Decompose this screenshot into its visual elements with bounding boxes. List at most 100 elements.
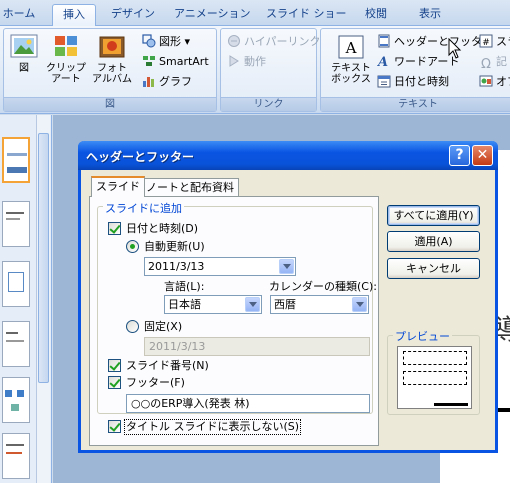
- tab-view[interactable]: 表示: [412, 4, 448, 26]
- tab-notes-handouts[interactable]: ノートと配布資料: [141, 178, 239, 197]
- slide-thumbnail-5[interactable]: [2, 377, 30, 423]
- thumbnail-text-line: [6, 452, 22, 454]
- svg-text:A: A: [345, 39, 357, 57]
- preview-label: プレビュー: [393, 328, 452, 344]
- insert-chart-button[interactable]: グラフ: [142, 73, 192, 90]
- insert-object-button[interactable]: オブ: [479, 73, 510, 90]
- hide-on-title-label: タイトル スライドに表示しない(S): [124, 419, 302, 435]
- calendar-icon: [377, 75, 391, 88]
- insert-datetime-label: 日付と時刻: [394, 75, 449, 88]
- ribbon-tab-bar: ホーム 挿入 デザイン アニメーション スライド ショー 校閲 表示: [0, 0, 510, 26]
- thumbnail-title-line: [7, 153, 27, 156]
- tab-slideshow[interactable]: スライド ショー: [266, 4, 347, 26]
- chevron-down-icon[interactable]: [245, 297, 260, 312]
- chevron-down-icon[interactable]: [352, 297, 367, 312]
- tab-slide[interactable]: スライド: [91, 176, 145, 197]
- insert-action-button[interactable]: 動作: [227, 53, 266, 70]
- insert-photo-album-button[interactable]: フォト アルバム: [90, 31, 134, 85]
- tab-insert[interactable]: 挿入: [52, 4, 96, 26]
- fixed-date-value: 2011/3/13: [149, 340, 206, 353]
- slide-thumbnail-4[interactable]: [2, 321, 30, 367]
- close-icon: ✕: [476, 147, 489, 163]
- thumbnail-scrollbar[interactable]: [36, 115, 50, 483]
- shapes-icon: [142, 34, 156, 48]
- smartart-icon: [143, 56, 155, 66]
- mouse-cursor-icon: [448, 38, 462, 59]
- insert-header-footer-button[interactable]: ヘッダーとフッター: [377, 33, 493, 50]
- insert-object-label: オブ: [496, 75, 510, 88]
- slide-number-icon: #: [479, 34, 493, 48]
- tab-design[interactable]: デザイン: [108, 4, 158, 26]
- insert-picture-button[interactable]: 図: [6, 31, 42, 74]
- thumbnail-diagram: [8, 272, 24, 292]
- slide-thumbnail-2[interactable]: [2, 201, 30, 247]
- tab-home[interactable]: ホーム: [2, 4, 36, 26]
- ribbon-group-link: ハイパーリンク 動作 リンク: [220, 28, 321, 112]
- thumbnail-text-line: [6, 444, 24, 446]
- ribbon: 図 クリップ アート フォト アルバム 図形 ▾ SmartArt グラフ 図 …: [0, 26, 510, 114]
- ribbon-group-image: 図 クリップ アート フォト アルバム 図形 ▾ SmartArt グラフ 図: [3, 28, 217, 112]
- thumbnail-box: [5, 390, 12, 397]
- auto-update-label: 自動更新(U): [144, 240, 205, 253]
- dialog-title: ヘッダーとフッター: [86, 150, 195, 164]
- insert-textbox-label: テキスト ボックス: [331, 63, 371, 85]
- slide-thumbnail-6[interactable]: [2, 433, 30, 479]
- insert-textbox-button[interactable]: A テキスト ボックス: [327, 31, 375, 85]
- thumbnail-text-line: [6, 332, 18, 334]
- auto-update-date-select[interactable]: 2011/3/13: [144, 257, 296, 276]
- insert-datetime-button[interactable]: 日付と時刻: [377, 73, 449, 90]
- insert-hyperlink-button[interactable]: ハイパーリンク: [227, 33, 321, 50]
- insert-shapes-label: 図形: [159, 35, 181, 48]
- svg-text:A: A: [377, 55, 388, 68]
- datetime-checkbox[interactable]: [108, 222, 121, 235]
- datetime-label: 日付と時刻(D): [126, 222, 199, 235]
- insert-smartart-button[interactable]: SmartArt: [142, 53, 209, 70]
- object-icon: [479, 75, 493, 87]
- insert-clipart-button[interactable]: クリップ アート: [46, 31, 86, 85]
- fixed-date-radio[interactable]: [126, 320, 139, 333]
- thumbnail-text-line: [6, 218, 20, 220]
- language-select[interactable]: 日本語: [164, 295, 262, 314]
- auto-update-radio[interactable]: [126, 240, 139, 253]
- preview-slide: [397, 346, 472, 409]
- footer-checkbox[interactable]: [108, 376, 121, 389]
- wordart-icon: A: [377, 55, 388, 68]
- insert-photo-album-label: フォト アルバム: [92, 63, 132, 85]
- insert-chart-label: グラフ: [159, 75, 192, 88]
- insert-symbol-label: 記: [496, 55, 507, 68]
- photo-album-icon: [99, 36, 125, 58]
- slide-thumbnail-1[interactable]: [2, 137, 30, 183]
- cancel-button[interactable]: キャンセル: [387, 258, 480, 279]
- chart-icon: [143, 77, 154, 87]
- insert-wordart-button[interactable]: A ワードアート: [377, 53, 459, 70]
- hyperlink-icon: [228, 35, 240, 47]
- help-button[interactable]: ?: [449, 145, 470, 166]
- calendar-type-select[interactable]: 西暦: [270, 295, 369, 314]
- hide-on-title-checkbox[interactable]: [108, 420, 121, 433]
- tab-animation[interactable]: アニメーション: [174, 4, 251, 26]
- footer-label: フッター(F): [126, 376, 185, 389]
- picture-icon: [10, 34, 38, 58]
- slide-number-checkbox[interactable]: [108, 359, 121, 372]
- group-label-link: リンク: [221, 97, 316, 111]
- slide-thumbnail-3[interactable]: [2, 261, 30, 307]
- header-footer-dialog: ヘッダーとフッター ? ✕ スライド ノートと配布資料 スライドに追加 日付と時…: [78, 141, 498, 453]
- scrollbar-thumb[interactable]: [38, 133, 49, 383]
- insert-slide-number-button[interactable]: # スラ: [479, 33, 510, 50]
- insert-shapes-button[interactable]: 図形 ▾: [142, 33, 190, 50]
- tab-review[interactable]: 校閲: [358, 4, 394, 26]
- calendar-type-value: 西暦: [274, 298, 296, 311]
- thumbnail-box: [11, 404, 19, 411]
- dialog-titlebar[interactable]: ヘッダーとフッター ? ✕: [78, 141, 498, 170]
- apply-button[interactable]: 適用(A): [387, 231, 480, 252]
- apply-all-button[interactable]: すべてに適用(Y): [387, 205, 480, 226]
- fixed-date-field[interactable]: 2011/3/13: [144, 337, 370, 356]
- chevron-down-icon[interactable]: [279, 259, 294, 274]
- insert-smartart-label: SmartArt: [159, 55, 209, 68]
- language-label: 言語(L):: [164, 280, 205, 293]
- insert-symbol-button[interactable]: Ω記: [479, 53, 507, 72]
- insert-slide-number-label: スラ: [496, 35, 510, 48]
- footer-text-field[interactable]: ○○のERP導入(発表 林): [126, 394, 370, 413]
- close-button[interactable]: ✕: [472, 145, 493, 166]
- fixed-date-label: 固定(X): [144, 320, 183, 333]
